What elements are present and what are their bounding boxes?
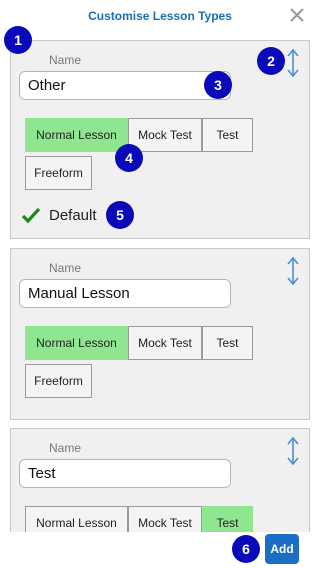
marker-badge: 5 <box>106 201 134 229</box>
name-label: Name <box>49 441 82 455</box>
type-mock-test[interactable]: Mock Test <box>128 506 202 532</box>
reorder-handle-icon[interactable] <box>286 255 300 287</box>
marker-badge: 3 <box>204 71 232 99</box>
reorder-handle-icon[interactable] <box>286 47 300 79</box>
marker-badge: 6 <box>232 535 260 563</box>
add-button[interactable]: Add <box>265 534 299 564</box>
dialog-header: Customise Lesson Types <box>0 0 320 34</box>
type-normal-lesson[interactable]: Normal Lesson <box>25 118 128 152</box>
lesson-type-list[interactable]: Name Normal Lesson Mock Test Test Freefo… <box>0 38 320 532</box>
type-freeform[interactable]: Freeform <box>25 364 92 398</box>
type-mock-test[interactable]: Mock Test <box>128 326 202 360</box>
type-mock-test[interactable]: Mock Test <box>128 118 202 152</box>
name-label: Name <box>49 53 82 67</box>
default-toggle[interactable]: Default <box>21 206 97 224</box>
default-label: Default <box>49 206 97 224</box>
dialog-title: Customise Lesson Types <box>88 9 232 23</box>
lesson-name-input[interactable] <box>19 279 231 308</box>
marker-badge: 2 <box>257 47 285 75</box>
lesson-type-card: Name Normal Lesson Mock Test Test <box>10 428 310 532</box>
type-options-row-2: Freeform <box>25 364 92 398</box>
type-options: Normal Lesson Mock Test Test <box>25 326 253 360</box>
lesson-name-input[interactable] <box>19 459 231 488</box>
close-icon[interactable] <box>288 6 306 24</box>
type-normal-lesson[interactable]: Normal Lesson <box>25 326 128 360</box>
type-options: Normal Lesson Mock Test Test <box>25 506 253 532</box>
lesson-type-card: Name Normal Lesson Mock Test Test Freefo… <box>10 248 310 420</box>
reorder-handle-icon[interactable] <box>286 435 300 467</box>
marker-badge: 1 <box>4 26 32 54</box>
type-normal-lesson[interactable]: Normal Lesson <box>25 506 128 532</box>
type-test[interactable]: Test <box>202 118 253 152</box>
check-icon <box>21 207 41 224</box>
lesson-name-input[interactable] <box>19 71 231 100</box>
type-options: Normal Lesson Mock Test Test <box>25 118 253 152</box>
marker-badge: 4 <box>115 144 143 172</box>
type-test[interactable]: Test <box>202 326 253 360</box>
type-test[interactable]: Test <box>202 506 253 532</box>
type-options-row-2: Freeform <box>25 156 92 190</box>
type-freeform[interactable]: Freeform <box>25 156 92 190</box>
name-label: Name <box>49 261 82 275</box>
